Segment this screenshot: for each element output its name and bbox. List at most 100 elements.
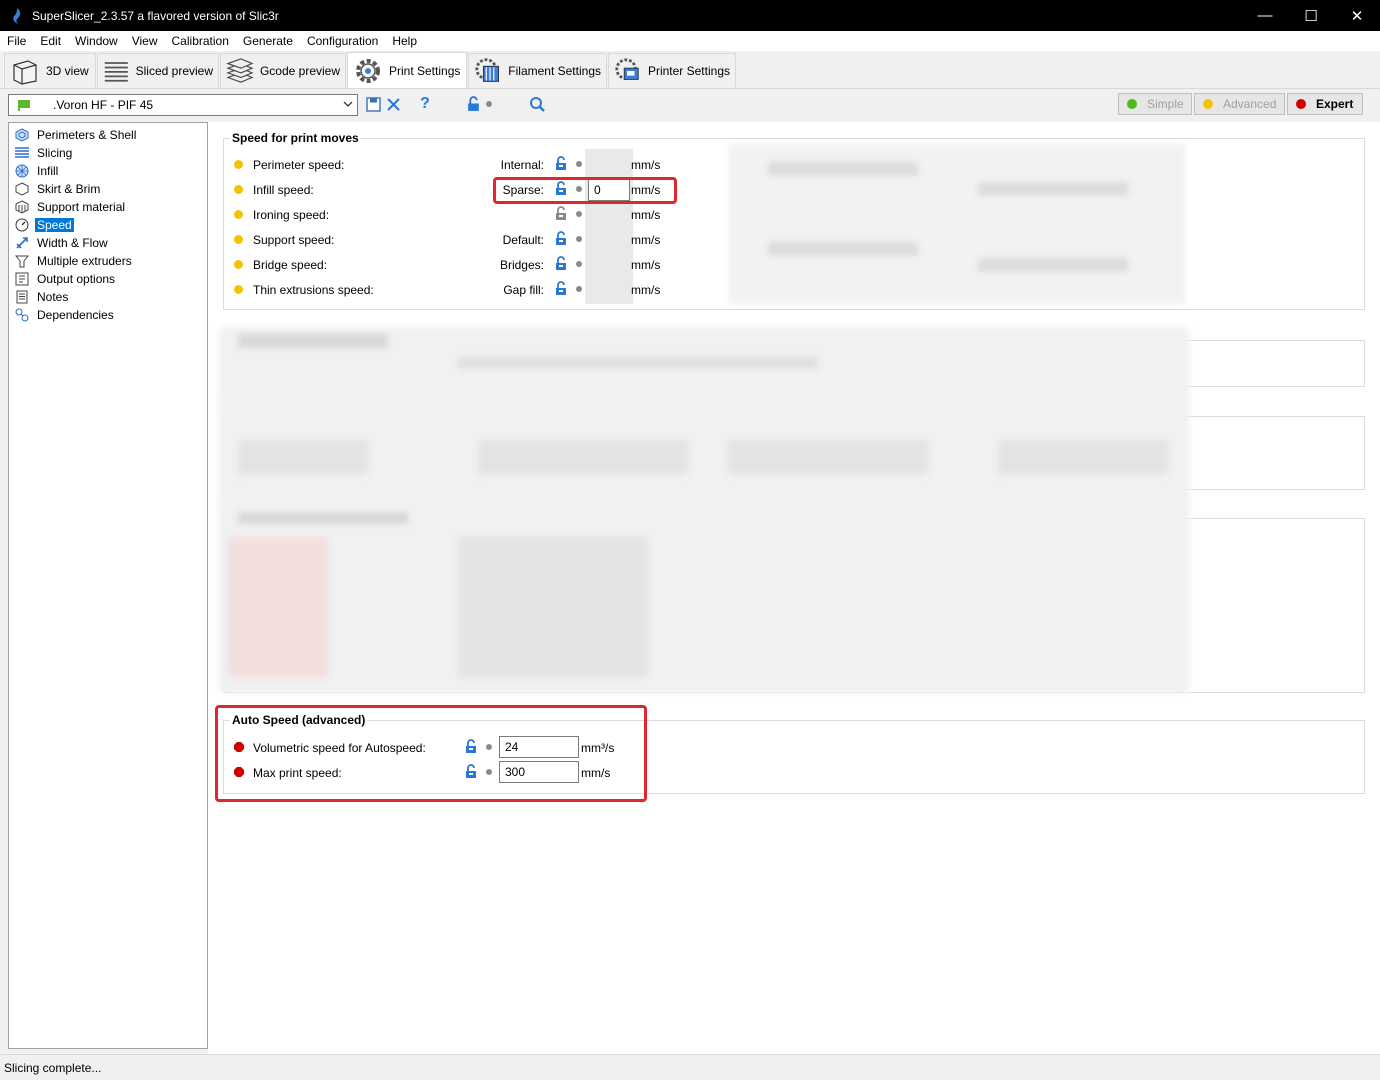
green-mode-dot [1127,99,1137,109]
mode-advanced-button[interactable]: Advanced [1194,93,1285,115]
support-icon [15,200,29,214]
filament-spool-icon [475,58,499,82]
ironing-speed-label: Ironing speed: [253,208,330,222]
lock-icon[interactable] [555,206,567,221]
cog-icon [356,58,380,83]
blurred-region [238,512,408,524]
bridges-label: Bridges: [499,258,544,272]
system-value-dot [486,101,492,107]
infill-speed-label: Infill speed: [253,183,314,197]
advanced-mode-dot [234,185,243,194]
dependencies-icon [15,308,29,322]
unit-label: mm/s [631,208,661,222]
blurred-region [978,182,1128,196]
window-title: SuperSlicer_2.3.57 a flavored version of… [32,8,279,23]
maximize-button[interactable]: ☐ [1288,0,1334,31]
blurred-region [768,242,918,256]
lock-icon[interactable] [555,231,567,246]
perimeters-icon [15,128,29,142]
tab-sliced-preview[interactable]: Sliced preview [97,53,219,88]
tab-3d-view[interactable]: 3D view [4,53,96,88]
lock-icon[interactable] [555,256,567,271]
help-button[interactable]: ? [416,94,434,114]
unit-label: mm/s [631,158,661,172]
lock-button[interactable] [464,94,482,114]
output-icon [15,272,29,286]
status-text: Slicing complete... [4,1060,102,1075]
chevron-down-icon [343,101,353,107]
tree-item-skirt-brim[interactable]: Skirt & Brim [9,180,207,198]
blurred-region [238,334,388,348]
internal-perimeter-label: Internal: [500,158,544,172]
close-button[interactable]: ✕ [1334,0,1380,31]
bridge-speed-label: Bridge speed: [253,258,328,272]
tab-gcode-preview[interactable]: Gcode preview [220,53,346,88]
menu-edit[interactable]: Edit [33,34,68,48]
delete-preset-button[interactable] [384,94,402,114]
lock-icon[interactable] [555,281,567,296]
blurred-region [978,258,1128,272]
blurred-region [238,440,368,474]
preset-toolbar: .Voron HF - PIF 45 ? Simple Advanced Exp… [0,89,1380,121]
default-support-label: Default: [502,233,544,247]
tree-item-infill[interactable]: Infill [9,162,207,180]
tab-filament-settings[interactable]: Filament Settings [468,53,607,88]
blurred-region [728,440,928,474]
tab-print-settings[interactable]: Print Settings [347,52,467,88]
blurred-region [768,162,918,176]
blurred-region [219,327,1189,693]
tab-printer-settings[interactable]: Printer Settings [608,53,736,88]
minimize-button[interactable]: — [1242,0,1288,31]
layers-icon [104,62,128,82]
menu-generate[interactable]: Generate [236,34,300,48]
blurred-region [458,357,818,369]
blurred-region [478,440,688,474]
blurred-region [228,537,328,677]
slicing-icon [15,147,29,158]
tree-item-speed[interactable]: Speed [9,216,207,234]
tree-item-notes[interactable]: Notes [9,288,207,306]
preset-name: .Voron HF - PIF 45 [53,98,154,112]
menu-calibration[interactable]: Calibration [165,34,236,48]
print-preset-dropdown[interactable]: .Voron HF - PIF 45 [8,94,358,116]
search-button[interactable] [528,94,546,114]
cube-icon [13,60,37,85]
flag-icon [18,100,30,111]
blurred-region [998,440,1168,474]
blurred-region [458,537,648,677]
menu-help[interactable]: Help [385,34,424,48]
advanced-mode-dot [234,285,243,294]
superslicer-logo-icon [13,7,21,24]
speed-icon [15,218,29,232]
unit-label: mm/s [631,258,661,272]
menu-view[interactable]: View [125,34,165,48]
advanced-mode-dot [234,260,243,269]
system-value-dot [576,286,582,292]
lock-icon[interactable] [555,156,567,171]
menu-configuration[interactable]: Configuration [300,34,385,48]
support-speed-label: Support speed: [253,233,335,247]
printer-cog-icon [615,58,639,80]
save-preset-button[interactable] [364,94,382,114]
menu-window[interactable]: Window [68,34,125,48]
unit-label: mm/s [631,283,661,297]
tree-item-multiple-extruders[interactable]: Multiple extruders [9,252,207,270]
infill-icon [15,164,29,178]
tree-item-dependencies[interactable]: Dependencies [9,306,207,324]
tree-item-width-flow[interactable]: Width & Flow [9,234,207,252]
sparse-infill-highlight [493,177,677,204]
menu-file[interactable]: File [0,34,33,48]
settings-category-tree: Perimeters & Shell Slicing Infill Skirt … [8,122,208,1049]
system-value-dot [576,211,582,217]
tree-item-slicing[interactable]: Slicing [9,144,207,162]
mode-simple-button[interactable]: Simple [1118,93,1192,115]
yellow-mode-dot [1203,99,1213,109]
tree-item-perimeters-shell[interactable]: Perimeters & Shell [9,126,207,144]
tree-item-support-material[interactable]: Support material [9,198,207,216]
mode-expert-button[interactable]: Expert [1287,93,1363,115]
tree-item-output-options[interactable]: Output options [9,270,207,288]
auto-speed-highlight [215,705,647,802]
close-icon [386,97,400,111]
system-value-dot [576,236,582,242]
gcode-layers-icon [226,58,254,83]
